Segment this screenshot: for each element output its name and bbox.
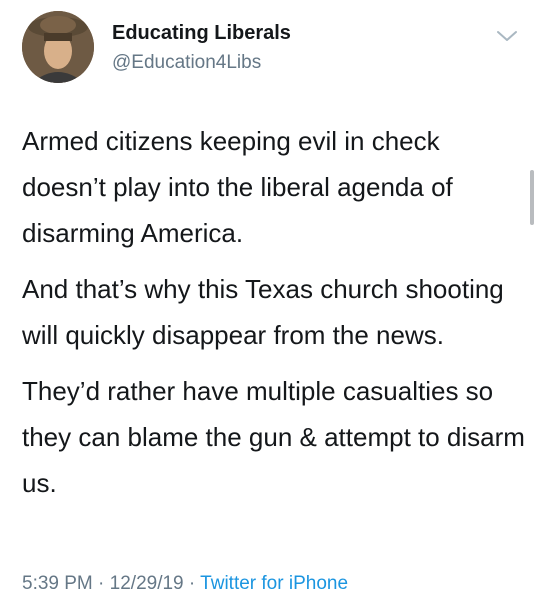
tweet-text: Armed citizens keeping evil in check doe… <box>22 118 527 516</box>
tweet-card: Educating Liberals @Education4Libs Armed… <box>0 0 540 609</box>
profile-photo-icon <box>22 11 94 83</box>
tweet-source-link[interactable]: Twitter for iPhone <box>200 573 348 594</box>
chevron-down-icon[interactable] <box>495 28 519 44</box>
meta-separator: · <box>98 573 105 594</box>
scrollbar[interactable] <box>530 170 534 225</box>
tweet-date[interactable]: 12/29/19 <box>110 573 184 594</box>
author-handle[interactable]: @Education4Libs <box>112 52 261 74</box>
avatar[interactable] <box>22 11 94 83</box>
meta-separator: · <box>188 573 196 594</box>
tweet-meta: 5:39 PM · 12/29/19 · Twitter for iPhone <box>22 573 348 595</box>
author-display-name[interactable]: Educating Liberals <box>112 22 291 45</box>
tweet-paragraph: Armed citizens keeping evil in check doe… <box>22 126 453 248</box>
tweet-paragraph: And that’s why this Texas church shootin… <box>22 274 504 350</box>
tweet-time[interactable]: 5:39 PM <box>22 573 93 594</box>
tweet-paragraph: They’d rather have multiple casualties s… <box>22 376 525 498</box>
